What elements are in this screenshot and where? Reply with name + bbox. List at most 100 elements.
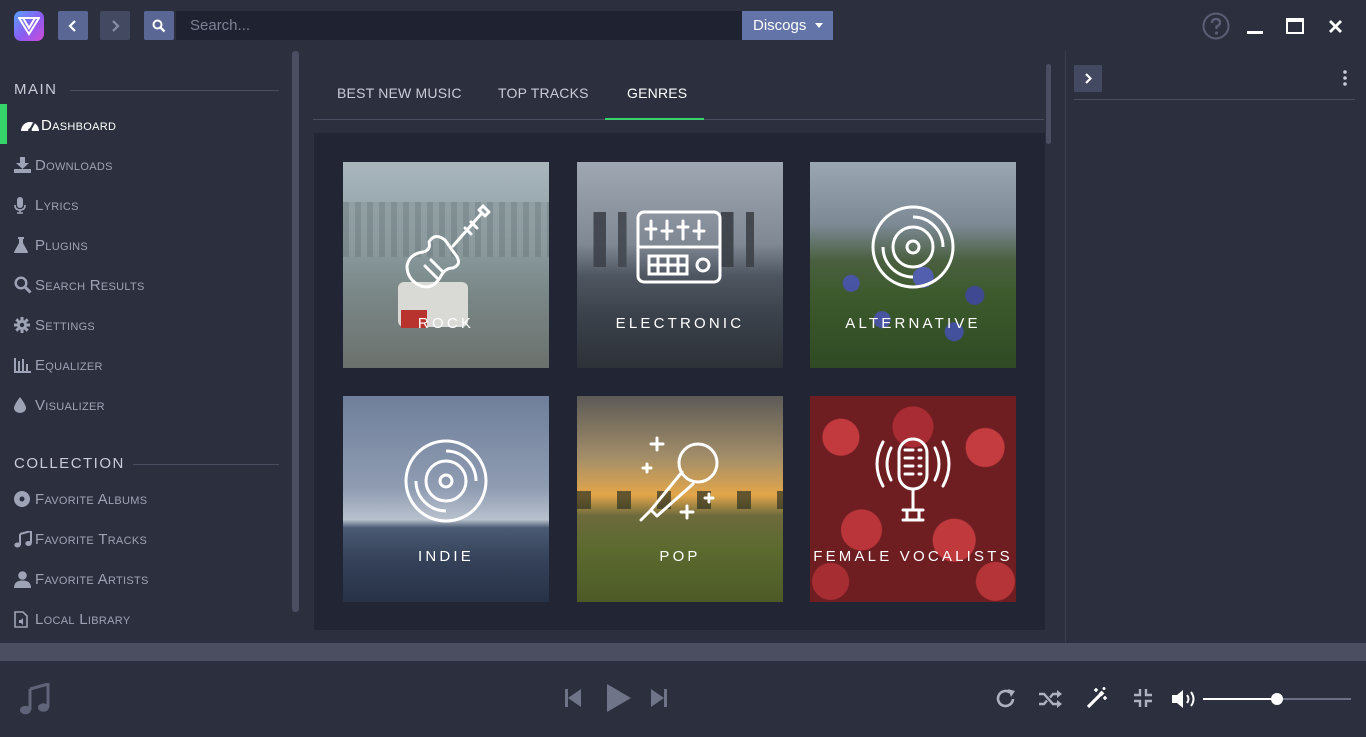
help-icon [1202, 12, 1230, 40]
tab-genres[interactable]: GENRES [627, 85, 687, 101]
next-button[interactable] [650, 688, 668, 708]
user-icon [14, 570, 34, 588]
sidebar-item-visualizer[interactable]: Visualizer [14, 391, 284, 419]
forward-button[interactable] [100, 11, 130, 40]
sidebar: MAIN Dashboard Downloads Lyrics Plugins … [0, 51, 300, 643]
sidebar-item-equalizer[interactable]: Equalizer [14, 351, 284, 379]
music-note-icon [20, 683, 50, 715]
genre-tile-indie[interactable]: INDIE [343, 396, 549, 602]
forward-arrow-icon [112, 19, 120, 32]
sidebar-item-label: Favorite Artists [35, 570, 149, 588]
expand-panel-button[interactable] [1074, 65, 1102, 92]
search-input[interactable] [176, 11, 742, 40]
source-select-label: Discogs [753, 17, 807, 34]
right-panel [1065, 51, 1366, 643]
close-button[interactable] [1321, 12, 1349, 40]
sidebar-scrollbar[interactable] [292, 51, 299, 612]
sidebar-item-label: Plugins [35, 236, 89, 254]
flask-icon [14, 237, 34, 253]
sidebar-item-plugins[interactable]: Plugins [14, 231, 284, 259]
close-icon [1328, 19, 1342, 33]
mute-button[interactable] [1172, 688, 1198, 710]
maximize-icon [1286, 18, 1304, 34]
repeat-button[interactable] [994, 687, 1018, 711]
disc-icon [14, 491, 34, 507]
sidebar-item-favorite-artists[interactable]: Favorite Artists [14, 565, 284, 593]
sidebar-item-favorite-tracks[interactable]: Favorite Tracks [14, 525, 284, 553]
sidebar-item-label: Favorite Tracks [35, 530, 148, 548]
microphone-icon [639, 436, 719, 522]
minimize-icon [1247, 31, 1263, 34]
genre-tile-alternative[interactable]: ALTERNATIVE [810, 162, 1016, 368]
search-button[interactable] [144, 11, 174, 40]
source-select[interactable]: Discogs [742, 11, 833, 40]
minimize-button[interactable] [1241, 12, 1269, 40]
previous-button[interactable] [564, 688, 582, 708]
vinyl-icon [404, 439, 488, 523]
top-bar: Discogs [0, 0, 1366, 51]
repeat-icon [996, 689, 1015, 708]
volume-knob[interactable] [1271, 693, 1283, 705]
guitar-icon [405, 204, 491, 289]
download-icon [14, 157, 34, 173]
maximize-button[interactable] [1281, 12, 1309, 40]
main-content: BEST NEW MUSIC TOP TRACKS GENRES ROCK EL… [301, 51, 1063, 643]
mixer-icon [636, 210, 722, 284]
collection-section-heading: COLLECTION [14, 455, 125, 472]
volume-slider[interactable] [1203, 693, 1351, 705]
volume-icon [1172, 690, 1195, 708]
player-divider [0, 643, 1366, 661]
sidebar-item-label: Downloads [35, 156, 113, 174]
divider [70, 90, 279, 91]
album-art-placeholder [20, 683, 50, 715]
genre-label: FEMALE VOCALISTS [813, 548, 1013, 565]
sidebar-item-search-results[interactable]: Search Results [14, 271, 284, 299]
back-button[interactable] [58, 11, 88, 40]
genre-label: ROCK [417, 315, 475, 332]
active-indicator [0, 104, 7, 144]
genre-tile-rock[interactable]: ROCK [343, 162, 549, 368]
play-icon [607, 684, 631, 712]
auto-mix-button[interactable] [1085, 686, 1109, 710]
tab-best-new-music[interactable]: BEST NEW MUSIC [337, 85, 462, 101]
divider [133, 464, 279, 465]
genre-tile-pop[interactable]: POP [577, 396, 783, 602]
shuffle-button[interactable] [1039, 687, 1063, 711]
genre-tile-electronic[interactable]: ELECTRONIC [577, 162, 783, 368]
sidebar-item-label: Lyrics [35, 196, 79, 214]
tab-top-tracks[interactable]: TOP TRACKS [498, 85, 589, 101]
play-button[interactable] [605, 683, 633, 713]
magic-wand-icon [1086, 687, 1107, 709]
music-note-icon [14, 530, 34, 548]
chevron-down-icon [815, 23, 823, 28]
equalizer-icon [14, 357, 34, 373]
search-icon [14, 276, 34, 294]
app-logo[interactable] [14, 11, 44, 41]
vinyl-icon [871, 205, 955, 289]
sidebar-item-downloads[interactable]: Downloads [14, 151, 284, 179]
previous-icon [565, 689, 581, 707]
sidebar-item-dashboard[interactable]: Dashboard [20, 111, 290, 139]
shuffle-icon [1039, 690, 1062, 708]
main-scrollbar[interactable] [1046, 64, 1051, 144]
more-options-icon[interactable] [1343, 70, 1347, 86]
volume-fill [1203, 698, 1277, 700]
divider [1074, 99, 1355, 100]
sidebar-item-settings[interactable]: Settings [14, 311, 284, 339]
chevron-right-icon [1085, 73, 1092, 84]
compact-view-button[interactable] [1132, 687, 1154, 709]
active-tab-underline [605, 118, 704, 120]
sidebar-item-local-library[interactable]: Local Library [14, 605, 284, 633]
genre-tile-female-vocalists[interactable]: FEMALE VOCALISTS [810, 396, 1016, 602]
dashboard-icon [20, 117, 40, 133]
genre-label: ELECTRONIC [615, 315, 745, 332]
microphone-icon [14, 196, 34, 214]
sidebar-item-favorite-albums[interactable]: Favorite Albums [14, 485, 284, 513]
help-button[interactable] [1202, 12, 1230, 40]
compress-icon [1134, 689, 1152, 707]
sidebar-item-label: Favorite Albums [35, 490, 148, 508]
sidebar-item-lyrics[interactable]: Lyrics [14, 191, 284, 219]
sidebar-item-label: Search Results [35, 276, 145, 294]
sidebar-item-label: Local Library [35, 610, 131, 628]
tab-bar: BEST NEW MUSIC TOP TRACKS GENRES [313, 75, 1044, 120]
